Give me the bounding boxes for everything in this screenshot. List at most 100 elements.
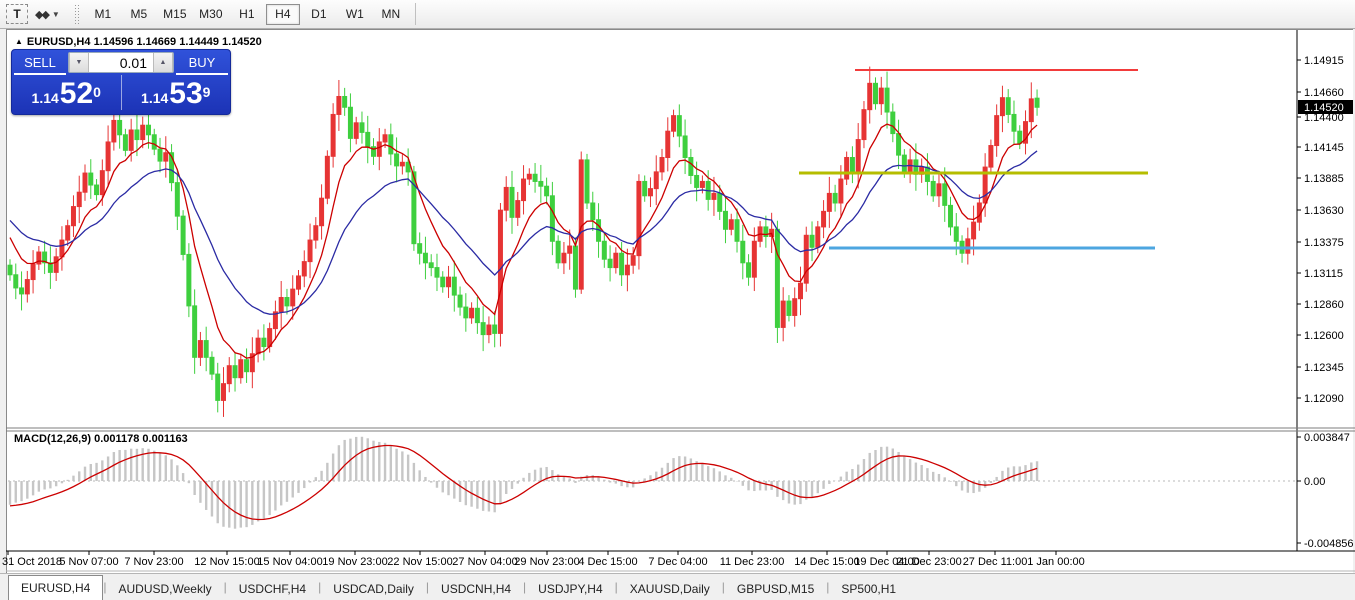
candle-body xyxy=(902,155,906,172)
candle-body xyxy=(14,275,18,288)
candle-body xyxy=(343,96,347,107)
candle-body xyxy=(475,308,479,322)
sell-button[interactable]: SELL xyxy=(14,52,66,75)
candle-body xyxy=(747,263,751,277)
chart-tab-sp500-h1[interactable]: SP500,H1 xyxy=(829,578,908,600)
candle-body xyxy=(198,341,202,358)
price-axis-label: 1.14915 xyxy=(1304,55,1344,67)
candle-body xyxy=(487,325,491,335)
price-axis-label: 1.12090 xyxy=(1304,393,1344,405)
price-axis-label: 1.12600 xyxy=(1304,330,1344,342)
chart-ohlc-values: 1.14596 1.14669 1.14449 1.14520 xyxy=(94,36,262,48)
chart-tab-xauusd-daily[interactable]: XAUUSD,Daily xyxy=(618,578,722,600)
time-axis-label: 14 Dec 15:00 xyxy=(794,556,859,568)
candle-body xyxy=(562,253,566,263)
candle-body xyxy=(931,181,935,195)
volume-input[interactable]: 0.01 xyxy=(89,53,153,72)
candle-body xyxy=(654,172,658,189)
candle-body xyxy=(429,263,433,268)
time-axis-label: 29 Nov 23:00 xyxy=(514,556,579,568)
macd-axis-label: 0.003847 xyxy=(1304,432,1350,444)
candle-body xyxy=(187,254,191,305)
mt4-application-window: T ◆◆ ▼ M1M5M15M30H1H4D1W1MN ▲EURUSD,H4 1… xyxy=(0,0,1355,600)
candle-body xyxy=(787,301,791,315)
candle-body xyxy=(527,174,531,179)
candle-body xyxy=(556,241,560,263)
candle-body xyxy=(481,323,485,335)
candle-body xyxy=(775,229,779,327)
chart-tab-eurusd-h4[interactable]: EURUSD,H4 xyxy=(8,575,103,600)
candle-body xyxy=(631,256,635,266)
one-click-trading-panel: SELL ▼ 0.01 ▲ BUY 1.14 52 0 1.14 53 9 xyxy=(11,49,231,115)
candle-body xyxy=(470,308,474,318)
candle-body xyxy=(377,142,381,156)
candle-body xyxy=(418,244,422,254)
time-axis-label: 31 Oct 2018 xyxy=(2,556,62,568)
candle-body xyxy=(712,193,716,199)
candle-body xyxy=(1012,114,1016,131)
candle-body xyxy=(123,135,127,151)
candle-body xyxy=(71,207,75,226)
volume-increase-button[interactable]: ▲ xyxy=(153,53,173,72)
time-axis-label: 12 Nov 15:00 xyxy=(194,556,259,568)
candle-body xyxy=(320,198,324,226)
candle-body xyxy=(585,160,589,203)
candle-body xyxy=(400,162,404,166)
candle-body xyxy=(660,158,664,172)
candle-body xyxy=(458,295,462,307)
candle-body xyxy=(146,125,150,135)
symbol-up-arrow-icon: ▲ xyxy=(15,37,23,46)
candle-body xyxy=(54,257,58,273)
candle-body xyxy=(891,112,895,134)
candle-body xyxy=(516,201,520,218)
chart-tab-usdcnh-h4[interactable]: USDCNH,H4 xyxy=(429,578,523,600)
candle-body xyxy=(522,179,526,201)
buy-price-display[interactable]: 1.14 53 9 xyxy=(122,75,231,110)
price-axis-label: 1.14145 xyxy=(1304,142,1344,154)
chart-tab-gbpusd-m15[interactable]: GBPUSD,M15 xyxy=(725,578,826,600)
sell-price-display[interactable]: 1.14 52 0 xyxy=(12,75,122,110)
buy-button[interactable]: BUY xyxy=(176,52,228,75)
candle-body xyxy=(245,360,249,372)
candle-body xyxy=(568,246,572,253)
price-axis-label: 1.12345 xyxy=(1304,362,1344,374)
candle-body xyxy=(452,277,456,295)
candle-body xyxy=(193,306,197,357)
candle-body xyxy=(798,283,802,299)
candle-body xyxy=(689,158,693,176)
candle-body xyxy=(331,114,335,156)
chart-tab-usdchf-h4[interactable]: USDCHF,H4 xyxy=(227,578,318,600)
candle-body xyxy=(735,220,739,242)
candle-body xyxy=(366,132,370,146)
candle-body xyxy=(533,174,537,181)
price-axis-label: 1.12860 xyxy=(1304,299,1344,311)
volume-decrease-button[interactable]: ▼ xyxy=(69,53,89,72)
candle-body xyxy=(1029,99,1033,122)
chart-tab-audusd-weekly[interactable]: AUDUSD,Weekly xyxy=(106,578,223,600)
candle-body xyxy=(20,288,24,294)
candle-body xyxy=(204,341,208,358)
candle-body xyxy=(637,181,641,255)
candle-body xyxy=(95,185,99,195)
chart-tab-usdjpy-h4[interactable]: USDJPY,H4 xyxy=(526,578,614,600)
candle-body xyxy=(383,135,387,142)
time-axis-label: 7 Dec 04:00 xyxy=(648,556,707,568)
candle-body xyxy=(302,262,306,276)
macd-axis-label: -0.004856 xyxy=(1304,538,1354,550)
candle-body xyxy=(879,88,883,104)
candle-body xyxy=(314,226,318,240)
chart-title: ▲EURUSD,H4 1.14596 1.14669 1.14449 1.145… xyxy=(15,36,262,48)
candle-body xyxy=(447,277,451,287)
candle-body xyxy=(897,134,901,156)
candle-body xyxy=(672,116,676,132)
candle-body xyxy=(66,226,70,240)
chart-tab-usdcad-daily[interactable]: USDCAD,Daily xyxy=(321,578,426,600)
candle-body xyxy=(937,184,941,196)
candle-body xyxy=(348,107,352,138)
candle-body xyxy=(822,211,826,227)
candle-body xyxy=(741,241,745,263)
candle-body xyxy=(129,130,133,150)
time-axis-label: 5 Nov 07:00 xyxy=(59,556,118,568)
price-axis-label: 1.13630 xyxy=(1304,205,1344,217)
candle-body xyxy=(504,187,508,210)
